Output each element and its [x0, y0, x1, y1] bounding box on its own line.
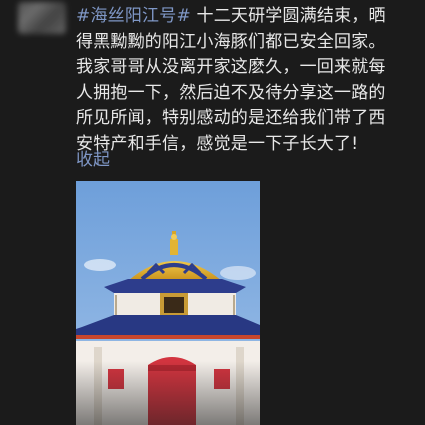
post-line-5: 所见所闻，特别感动的是还给我们带了西 — [76, 108, 386, 128]
collapse-link[interactable]: 收起 — [76, 148, 110, 172]
post-text: #海丝阳江号# 十二天研学圆满结束，晒 得黑黝黝的阳江小海豚们都已安全回家。 我… — [76, 4, 418, 157]
post-line-3: 我家哥哥从没离开家这麽久，一回来就每 — [76, 57, 386, 77]
post-line-4: 人拥抱一下，然后迫不及待分享这一路的 — [76, 82, 386, 103]
pagoda-image — [76, 181, 260, 425]
hashtag-link[interactable]: #海丝阳江号# — [76, 6, 191, 26]
post-line-2: 得黑黝黝的阳江小海豚们都已安全回家。 — [76, 31, 386, 52]
post-line-6: 安特产和手信，感觉是一下子长大了! — [76, 133, 359, 154]
avatar[interactable] — [18, 2, 66, 34]
post-line-1: 十二天研学圆满结束，晒 — [190, 6, 386, 26]
post-photo[interactable] — [76, 181, 260, 425]
